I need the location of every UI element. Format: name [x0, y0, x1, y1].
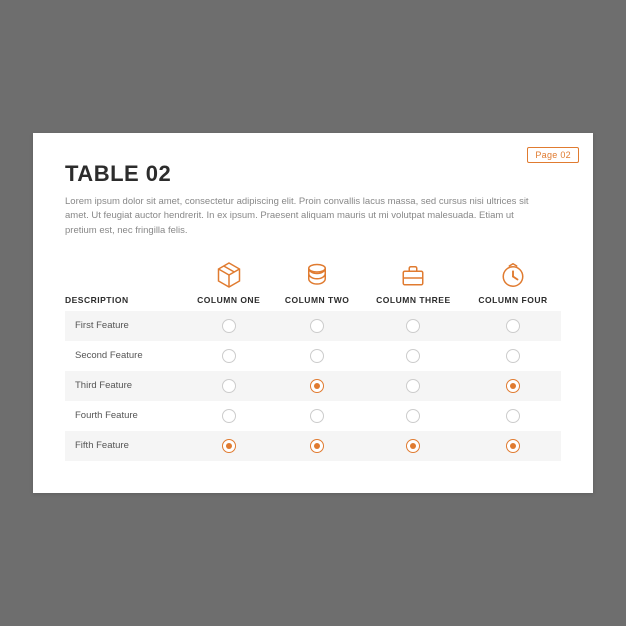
radio-indicator	[222, 349, 236, 363]
col-header-four: COLUMN FOUR	[465, 260, 561, 311]
radio-indicator	[506, 319, 520, 333]
row-value	[272, 431, 361, 461]
row-label: Third Feature	[65, 371, 185, 401]
table-row: Third Feature	[65, 371, 561, 401]
row-label: First Feature	[65, 311, 185, 341]
row-value	[465, 431, 561, 461]
table-row: Fourth Feature	[65, 401, 561, 431]
box-icon	[214, 260, 244, 290]
page-badge: Page 02	[527, 147, 579, 163]
table-row: First Feature	[65, 311, 561, 341]
row-value	[362, 341, 465, 371]
radio-indicator	[310, 439, 324, 453]
radio-indicator	[310, 319, 324, 333]
row-value	[362, 431, 465, 461]
row-value	[185, 341, 272, 371]
radio-indicator	[222, 439, 236, 453]
radio-indicator	[222, 409, 236, 423]
radio-indicator	[506, 439, 520, 453]
row-value	[185, 431, 272, 461]
table-title: TABLE 02	[65, 161, 561, 187]
table-row: Second Feature	[65, 341, 561, 371]
radio-indicator	[310, 379, 324, 393]
col-header-one: COLUMN ONE	[185, 260, 272, 311]
table-header-row: DESCRIPTION COLUMN ONE	[65, 260, 561, 311]
radio-indicator	[506, 379, 520, 393]
row-label: Fourth Feature	[65, 401, 185, 431]
table-body: First FeatureSecond FeatureThird Feature…	[65, 311, 561, 461]
briefcase-icon	[398, 260, 428, 290]
row-value	[465, 401, 561, 431]
radio-indicator	[406, 319, 420, 333]
row-value	[185, 371, 272, 401]
row-value	[465, 341, 561, 371]
row-value	[362, 311, 465, 341]
radio-indicator	[222, 319, 236, 333]
table-row: Fifth Feature	[65, 431, 561, 461]
card: Page 02 TABLE 02 Lorem ipsum dolor sit a…	[33, 133, 593, 493]
radio-indicator	[506, 409, 520, 423]
row-value	[272, 341, 361, 371]
radio-indicator	[310, 349, 324, 363]
comparison-table: DESCRIPTION COLUMN ONE	[65, 260, 561, 461]
row-label: Second Feature	[65, 341, 185, 371]
row-value	[185, 311, 272, 341]
col-header-three: COLUMN THREE	[362, 260, 465, 311]
database-icon	[302, 260, 332, 290]
row-value	[465, 371, 561, 401]
col-header-description: DESCRIPTION	[65, 260, 185, 311]
row-value	[362, 401, 465, 431]
radio-indicator	[406, 379, 420, 393]
radio-indicator	[506, 349, 520, 363]
col-header-two: COLUMN TWO	[272, 260, 361, 311]
radio-indicator	[406, 409, 420, 423]
radio-indicator	[406, 349, 420, 363]
radio-indicator	[222, 379, 236, 393]
table-description: Lorem ipsum dolor sit amet, consectetur …	[65, 195, 545, 238]
row-value	[362, 371, 465, 401]
row-value	[272, 401, 361, 431]
row-value	[465, 311, 561, 341]
clock-icon	[498, 260, 528, 290]
col-icon-three: COLUMN THREE	[362, 260, 465, 305]
col-icon-two: COLUMN TWO	[272, 260, 361, 305]
radio-indicator	[406, 439, 420, 453]
row-value	[272, 371, 361, 401]
row-label: Fifth Feature	[65, 431, 185, 461]
col-icon-one: COLUMN ONE	[185, 260, 272, 305]
radio-indicator	[310, 409, 324, 423]
col-icon-four: COLUMN FOUR	[465, 260, 561, 305]
row-value	[185, 401, 272, 431]
row-value	[272, 311, 361, 341]
